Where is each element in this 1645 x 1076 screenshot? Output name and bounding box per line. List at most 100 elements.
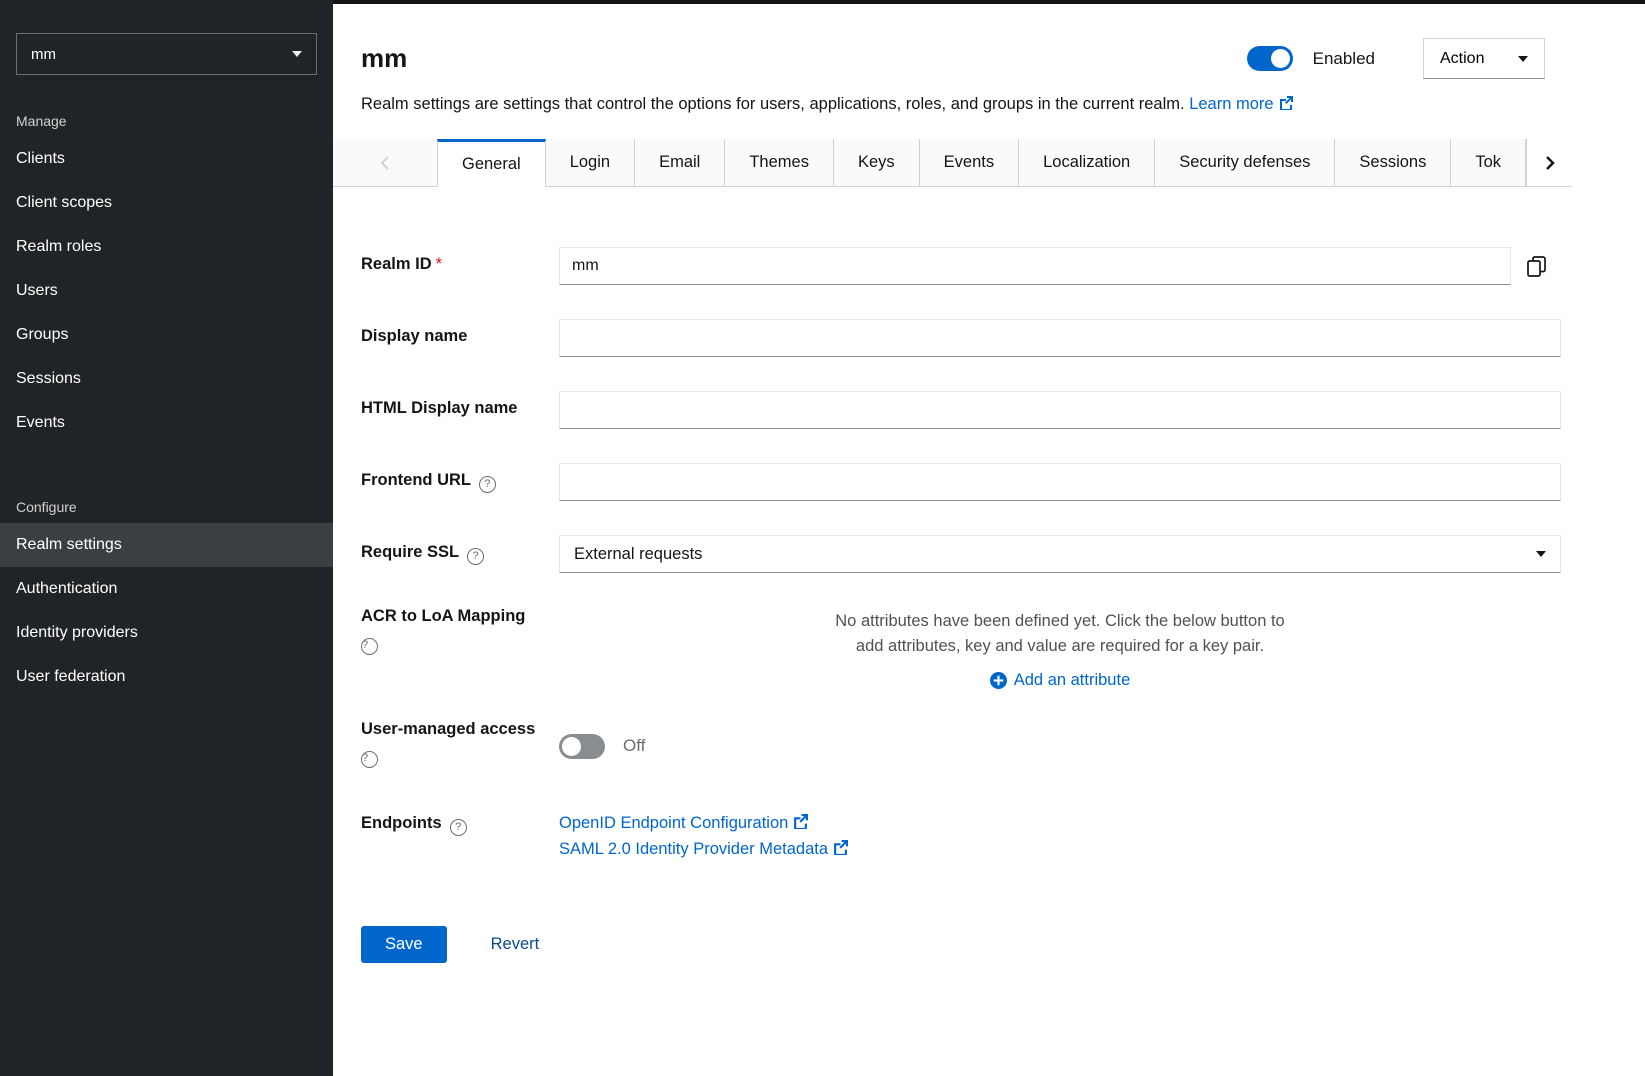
tab-general[interactable]: General <box>437 139 546 187</box>
acr-loa-empty-state: No attributes have been defined yet. Cli… <box>835 607 1285 659</box>
tab-login[interactable]: Login <box>546 139 635 187</box>
revert-button[interactable]: Revert <box>491 935 540 954</box>
toggle-knob <box>1271 49 1290 68</box>
realm-selector-dropdown[interactable]: mm <box>16 33 317 75</box>
realm-description: Realm settings are settings that control… <box>361 95 1545 115</box>
sidebar-item-events[interactable]: Events <box>0 401 333 445</box>
form-row-uma: User-managed access ? Off <box>361 720 1561 768</box>
learn-more-link[interactable]: Learn more <box>1189 95 1292 113</box>
realm-id-label-text: Realm ID <box>361 255 432 273</box>
require-ssl-label: Require SSL? <box>361 535 559 573</box>
copy-button[interactable] <box>1511 247 1561 285</box>
realm-selector-value: mm <box>31 46 56 63</box>
realm-id-label: Realm ID* <box>361 247 559 285</box>
add-attribute-link[interactable]: Add an attribute <box>559 671 1561 690</box>
openid-endpoint-link[interactable]: OpenID Endpoint Configuration <box>559 814 1561 834</box>
tab-scroll-left-button[interactable] <box>333 139 437 187</box>
tab-bar: General Login Email Themes Keys Events L… <box>333 139 1645 187</box>
external-link-icon <box>793 814 808 834</box>
openid-endpoint-label: OpenID Endpoint Configuration <box>559 814 788 832</box>
realm-header: mm Enabled Action Realm settings are set… <box>333 4 1645 115</box>
add-attribute-label: Add an attribute <box>1014 671 1131 690</box>
action-dropdown-button[interactable]: Action <box>1423 38 1545 79</box>
realm-id-input[interactable] <box>559 247 1511 285</box>
endpoints-label-text: Endpoints <box>361 814 442 832</box>
help-icon[interactable]: ? <box>361 638 378 655</box>
html-display-name-label: HTML Display name <box>361 391 559 429</box>
sidebar-item-realm-settings[interactable]: Realm settings <box>0 523 333 567</box>
form-row-html-display-name: HTML Display name <box>361 391 1561 429</box>
uma-state-label: Off <box>623 736 645 756</box>
endpoints-label: Endpoints? <box>361 810 559 860</box>
tab-localization[interactable]: Localization <box>1019 139 1155 187</box>
chevron-down-icon <box>292 51 302 57</box>
html-display-name-input[interactable] <box>559 391 1561 429</box>
display-name-input[interactable] <box>559 319 1561 357</box>
nav-section-configure: Configure <box>0 489 333 523</box>
sidebar-item-authentication[interactable]: Authentication <box>0 567 333 611</box>
tab-security-defenses[interactable]: Security defenses <box>1155 139 1335 187</box>
description-text: Realm settings are settings that control… <box>361 95 1185 113</box>
plus-circle-icon <box>990 672 1007 689</box>
form-row-acr-loa: ACR to LoA Mapping ? No attributes have … <box>361 607 1561 690</box>
form-row-require-ssl: Require SSL? External requests <box>361 535 1561 573</box>
app-root: mm Manage Clients Client scopes Realm ro… <box>0 0 1645 1076</box>
tab-tokens[interactable]: Tok <box>1451 139 1526 187</box>
nav-section-manage: Manage <box>0 103 333 137</box>
tab-email[interactable]: Email <box>635 139 725 187</box>
saml-metadata-label: SAML 2.0 Identity Provider Metadata <box>559 840 828 858</box>
sidebar: mm Manage Clients Client scopes Realm ro… <box>0 0 333 1076</box>
sidebar-item-clients[interactable]: Clients <box>0 137 333 181</box>
sidebar-item-identity-providers[interactable]: Identity providers <box>0 611 333 655</box>
save-button[interactable]: Save <box>361 926 447 963</box>
acr-loa-label: ACR to LoA Mapping ? <box>361 607 559 690</box>
sidebar-item-realm-roles[interactable]: Realm roles <box>0 225 333 269</box>
tab-scroll-right-button[interactable] <box>1526 139 1572 187</box>
require-ssl-selected-value: External requests <box>574 545 702 564</box>
help-icon[interactable]: ? <box>467 548 484 565</box>
realm-enabled-toggle[interactable] <box>1247 46 1293 71</box>
learn-more-label: Learn more <box>1189 95 1273 113</box>
sidebar-item-sessions[interactable]: Sessions <box>0 357 333 401</box>
uma-label-text: User-managed access <box>361 720 535 738</box>
uma-toggle[interactable] <box>559 734 605 759</box>
tab-events[interactable]: Events <box>920 139 1019 187</box>
saml-metadata-link[interactable]: SAML 2.0 Identity Provider Metadata <box>559 840 1561 860</box>
main-content: mm Enabled Action Realm settings are set… <box>333 0 1645 1076</box>
chevron-right-icon <box>1544 155 1556 171</box>
help-icon[interactable]: ? <box>361 751 378 768</box>
uma-label: User-managed access ? <box>361 720 559 768</box>
tab-keys[interactable]: Keys <box>834 139 920 187</box>
help-icon[interactable]: ? <box>479 476 496 493</box>
sidebar-item-groups[interactable]: Groups <box>0 313 333 357</box>
tab-bar-filler <box>1572 139 1645 187</box>
form-actions: Save Revert <box>361 926 1561 963</box>
form-row-frontend-url: Frontend URL? <box>361 463 1561 501</box>
frontend-url-label-text: Frontend URL <box>361 471 471 489</box>
caret-down-icon <box>1536 551 1546 557</box>
external-link-icon <box>833 840 848 860</box>
toggle-knob <box>562 737 581 756</box>
sidebar-item-users[interactable]: Users <box>0 269 333 313</box>
tab-themes[interactable]: Themes <box>725 139 834 187</box>
frontend-url-input[interactable] <box>559 463 1561 501</box>
require-ssl-select[interactable]: External requests <box>559 535 1561 573</box>
tab-sessions[interactable]: Sessions <box>1335 139 1451 187</box>
require-ssl-label-text: Require SSL <box>361 543 459 561</box>
caret-down-icon <box>1518 56 1528 62</box>
form-row-display-name: Display name <box>361 319 1561 357</box>
copy-icon <box>1527 256 1546 277</box>
external-link-icon <box>1279 96 1293 115</box>
form-row-realm-id: Realm ID* <box>361 247 1561 285</box>
sidebar-section-gap <box>0 445 333 489</box>
enabled-label: Enabled <box>1313 49 1375 69</box>
general-settings-form: Realm ID* Display name <box>333 187 1645 963</box>
acr-loa-label-text: ACR to LoA Mapping <box>361 607 525 625</box>
help-icon[interactable]: ? <box>450 819 467 836</box>
sidebar-item-client-scopes[interactable]: Client scopes <box>0 181 333 225</box>
form-row-endpoints: Endpoints? OpenID Endpoint Configuration… <box>361 810 1561 860</box>
chevron-left-icon <box>379 155 391 171</box>
required-indicator: * <box>436 255 442 273</box>
sidebar-item-user-federation[interactable]: User federation <box>0 655 333 699</box>
action-label: Action <box>1440 50 1484 68</box>
